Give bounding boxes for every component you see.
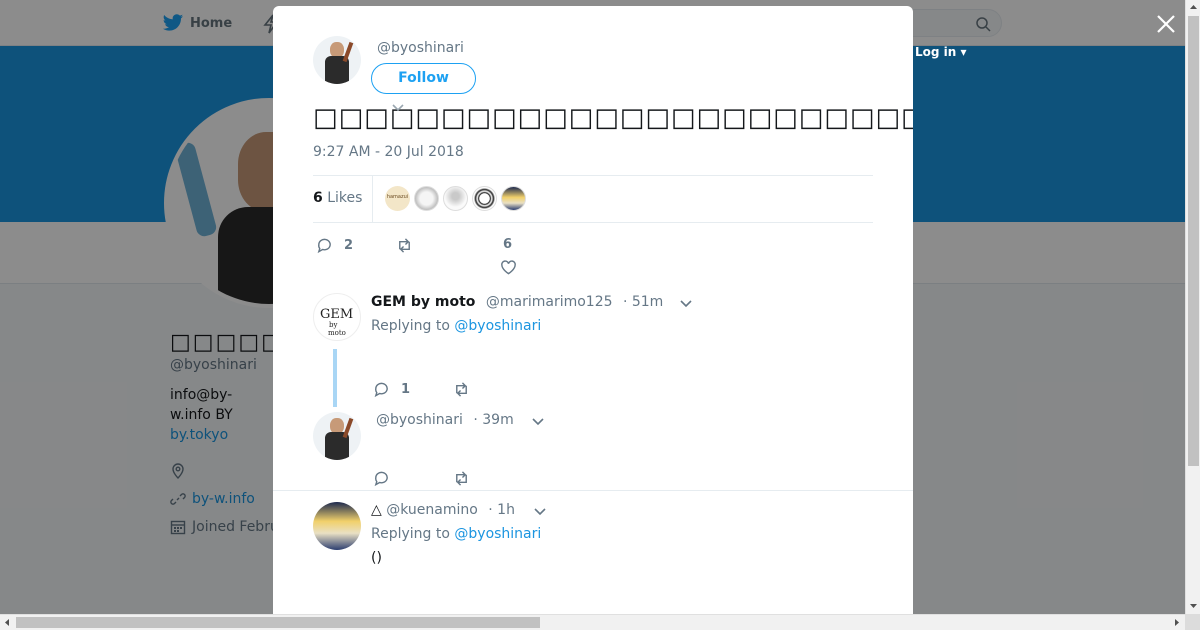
reply-time[interactable]: · 39m: [473, 412, 513, 428]
replying-to-link[interactable]: @byoshinari: [454, 318, 541, 334]
vertical-scrollbar[interactable]: [1185, 0, 1200, 614]
replying-to: Replying to @byoshinari: [371, 526, 541, 542]
reply-icon[interactable]: [373, 381, 390, 398]
chevron-down-icon[interactable]: [534, 508, 546, 516]
reply-author[interactable]: GEM by moto @marimarimo125 · 51m: [371, 294, 663, 310]
follow-button[interactable]: Follow: [371, 63, 476, 94]
svg-text:moto: moto: [328, 329, 346, 337]
replying-label: Replying to: [371, 526, 450, 542]
reply-count: 1: [401, 381, 411, 397]
svg-text:GEM: GEM: [320, 307, 353, 322]
author-handle[interactable]: @byoshinari: [377, 40, 464, 56]
reply-avatar[interactable]: [313, 412, 361, 460]
liker-avatar[interactable]: [472, 186, 497, 211]
reply-time[interactable]: · 1h: [488, 502, 515, 518]
scroll-right-icon[interactable]: [1169, 615, 1184, 630]
close-icon[interactable]: [1154, 12, 1178, 36]
liker-avatar[interactable]: [501, 186, 526, 211]
reply-author-name: △: [371, 502, 382, 518]
login-menu[interactable]: Log in ▾: [915, 45, 967, 59]
scroll-left-icon[interactable]: [0, 615, 15, 630]
likes-count[interactable]: 6 Likes: [313, 190, 362, 206]
liker-avatar[interactable]: [443, 186, 468, 211]
likes-number: 6: [313, 190, 323, 206]
reply-icon[interactable]: [316, 237, 333, 254]
liker-avatar[interactable]: hamazui: [385, 186, 410, 211]
heart-icon[interactable]: [500, 259, 517, 276]
reply-actions: [373, 468, 470, 488]
reply-author-handle: @byoshinari: [376, 412, 463, 428]
chevron-down-icon[interactable]: [392, 104, 404, 112]
reply-author-handle: @kuenamino: [386, 502, 478, 518]
reply-avatar[interactable]: GEM by moto: [313, 293, 361, 341]
horizontal-scroll-thumb[interactable]: [16, 617, 540, 628]
reply-icon[interactable]: [373, 470, 390, 487]
like-count: 6: [503, 237, 513, 252]
retweet-icon[interactable]: [453, 381, 470, 398]
liker-label: hamazui: [386, 194, 409, 200]
scroll-down-icon[interactable]: [1186, 598, 1200, 613]
reply-count: 2: [344, 237, 354, 253]
tweet-modal: @byoshinari Follow □□□□□□□□□□□□□□□□□□□□□…: [273, 6, 913, 614]
scroll-up-icon[interactable]: [1186, 0, 1200, 15]
likes-row: 6 Likes hamazui: [313, 175, 873, 223]
scrollbar-corner: [1185, 614, 1200, 630]
reply-author[interactable]: @byoshinari · 39m: [376, 412, 514, 428]
liker-avatar[interactable]: [414, 186, 439, 211]
reply-actions: 1: [373, 379, 470, 399]
replying-label: Replying to: [371, 318, 450, 334]
author-avatar[interactable]: [313, 36, 361, 84]
reply-author[interactable]: △ @kuenamino · 1h: [371, 502, 515, 518]
section-divider: [273, 490, 913, 491]
reply-author-name: GEM by moto: [371, 294, 476, 310]
replying-to-link[interactable]: @byoshinari: [454, 526, 541, 542]
tweet-timestamp[interactable]: 9:27 AM - 20 Jul 2018: [313, 144, 464, 160]
gem-logo-icon: GEMbymoto: [320, 307, 353, 337]
replying-to: Replying to @byoshinari: [371, 318, 541, 334]
svg-text:by: by: [329, 321, 337, 329]
chevron-down-icon[interactable]: [680, 300, 692, 308]
reply-avatar[interactable]: [313, 502, 361, 550]
likes-divider: [372, 176, 373, 222]
reply-author-handle: @marimarimo125: [485, 294, 613, 310]
likes-label: Likes: [327, 190, 363, 206]
vertical-scroll-thumb[interactable]: [1188, 16, 1199, 466]
horizontal-scrollbar[interactable]: [0, 614, 1185, 630]
retweet-icon[interactable]: [396, 237, 413, 254]
tweet-actions: 2: [316, 235, 413, 255]
retweet-icon[interactable]: [453, 470, 470, 487]
reply-body: (): [371, 550, 382, 566]
reply-time[interactable]: · 51m: [623, 294, 663, 310]
chevron-down-icon[interactable]: [532, 418, 544, 426]
thread-line: [333, 349, 337, 407]
